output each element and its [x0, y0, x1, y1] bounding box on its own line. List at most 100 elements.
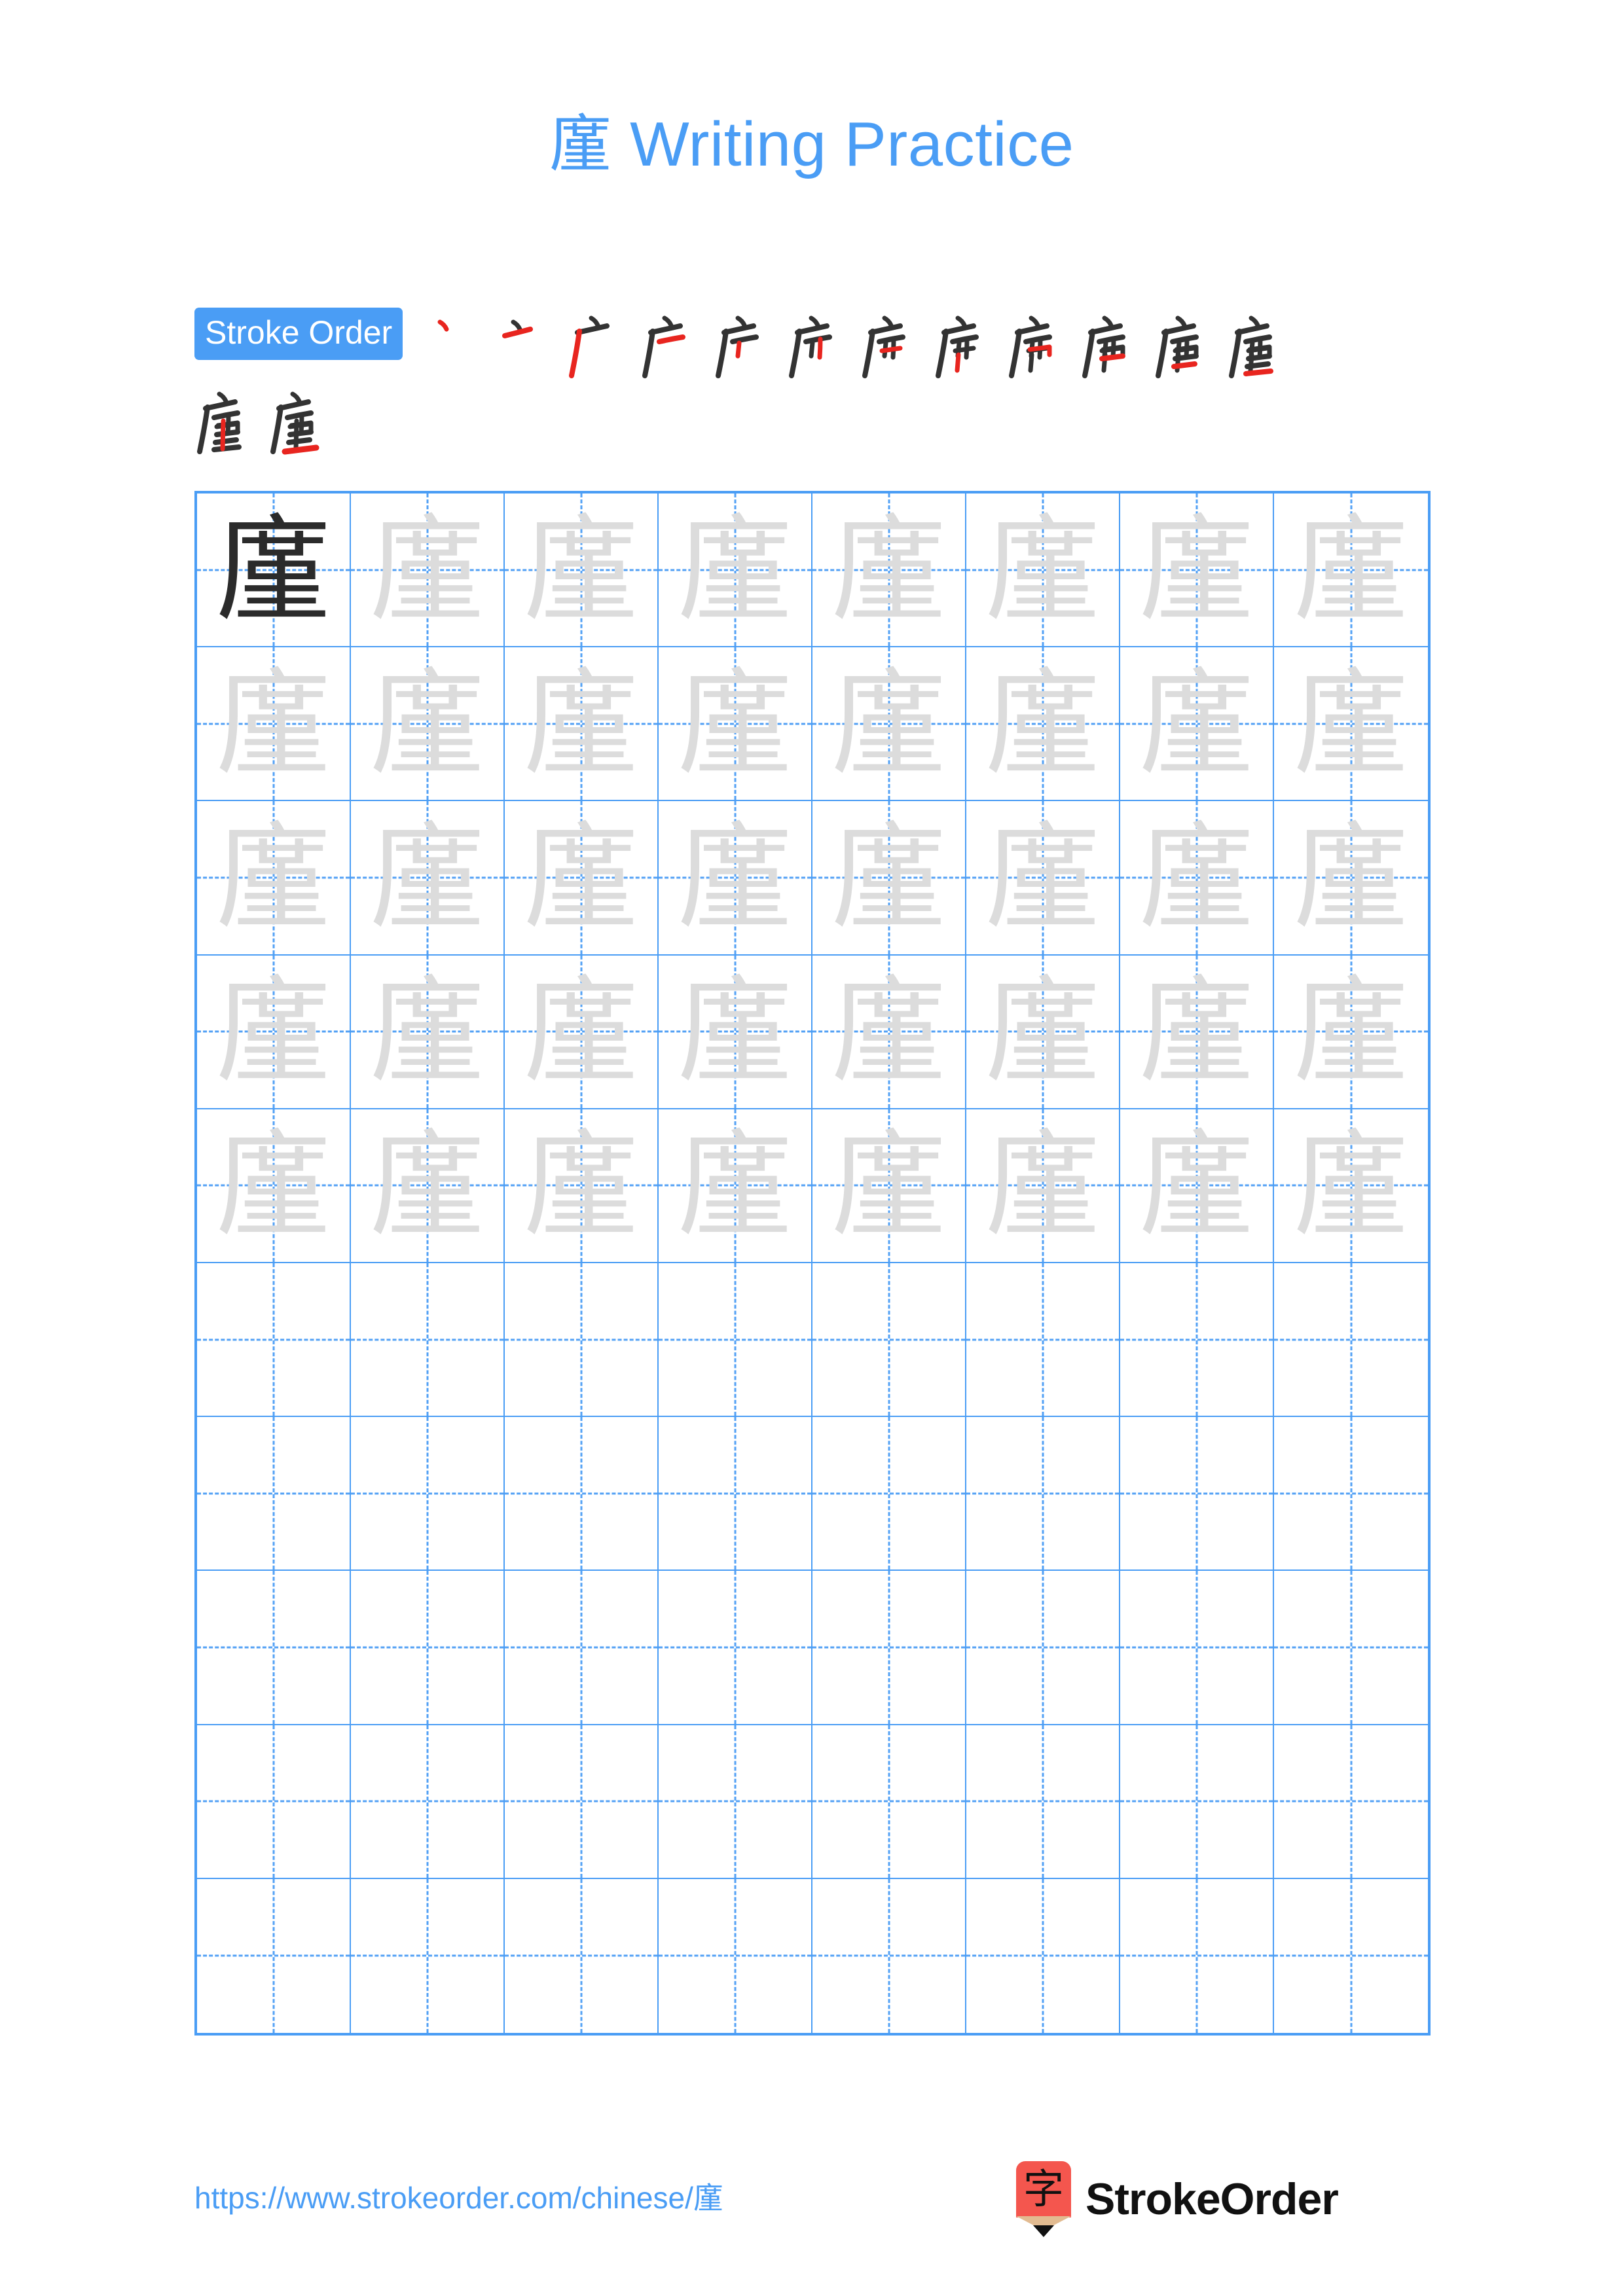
practice-cell[interactable] [812, 1263, 966, 1418]
practice-cell[interactable]: 廑 [812, 1109, 966, 1263]
practice-cell[interactable] [659, 1878, 812, 2033]
practice-cell[interactable]: 廑 [1274, 801, 1428, 956]
source-url-link[interactable]: https://www.strokeorder.com/chinese/廑 [194, 2174, 723, 2217]
practice-cell[interactable] [966, 1725, 1120, 1879]
practice-cell[interactable]: 廑 [1274, 956, 1428, 1109]
trace-character: 廑 [1138, 501, 1255, 637]
stroke-step-11 [1153, 308, 1226, 381]
stroke-step-12 [1226, 308, 1300, 381]
practice-cell[interactable]: 廑 [351, 493, 505, 648]
practice-cell[interactable] [351, 1417, 505, 1571]
practice-cell[interactable]: 廑 [1120, 1109, 1274, 1263]
practice-cell[interactable] [197, 1878, 351, 2033]
brand-logo[interactable]: 字 StrokeOrder [1016, 2160, 1339, 2238]
practice-cell[interactable]: 廑 [197, 1109, 351, 1263]
practice-cell[interactable]: 廑 [505, 955, 659, 1109]
trace-character: 廑 [1292, 963, 1410, 1100]
practice-cell[interactable] [659, 1571, 812, 1725]
practice-cell[interactable] [1274, 1879, 1428, 2033]
trace-character: 廑 [215, 809, 332, 945]
practice-cell[interactable] [966, 1417, 1120, 1571]
practice-cell[interactable]: 廑 [1120, 801, 1274, 956]
practice-cell[interactable]: 廑 [966, 647, 1120, 802]
trace-character: 廑 [369, 501, 486, 637]
practice-cell[interactable]: 廑 [505, 801, 659, 956]
trace-character: 廑 [1138, 809, 1255, 945]
practice-cell[interactable]: 廑 [505, 647, 659, 802]
practice-cell[interactable] [505, 1878, 659, 2033]
practice-cell[interactable]: 廑 [197, 955, 351, 1109]
practice-cell[interactable] [197, 1263, 351, 1418]
practice-cell[interactable]: 廑 [812, 801, 966, 956]
practice-cell[interactable]: 廑 [659, 493, 812, 648]
practice-cell[interactable]: 廑 [659, 647, 812, 802]
practice-cell[interactable]: 廑 [197, 493, 351, 648]
practice-cell[interactable]: 廑 [659, 801, 812, 956]
practice-cell[interactable]: 廑 [812, 955, 966, 1109]
practice-cell[interactable] [659, 1725, 812, 1879]
practice-cell[interactable] [351, 1725, 505, 1879]
practice-cell[interactable]: 廑 [197, 801, 351, 956]
practice-cell[interactable]: 廑 [1120, 955, 1274, 1109]
practice-cell[interactable]: 廑 [351, 955, 505, 1109]
practice-cell[interactable] [966, 1571, 1120, 1725]
trace-character: 廑 [830, 809, 947, 945]
practice-cell[interactable] [659, 1417, 812, 1571]
practice-cell[interactable]: 廑 [659, 1109, 812, 1263]
practice-cell[interactable]: 廑 [812, 647, 966, 802]
practice-cell[interactable] [505, 1725, 659, 1879]
practice-cell[interactable] [505, 1571, 659, 1725]
trace-character: 廑 [984, 501, 1101, 637]
practice-cell[interactable]: 廑 [1274, 1109, 1428, 1263]
stroke-step-8 [933, 308, 1006, 381]
practice-cell[interactable] [1274, 1263, 1428, 1418]
practice-cell[interactable] [812, 1878, 966, 2033]
practice-cell[interactable] [351, 1878, 505, 2033]
practice-cell[interactable] [351, 1263, 505, 1418]
practice-cell[interactable]: 廑 [1120, 647, 1274, 802]
practice-cell[interactable] [966, 1263, 1120, 1418]
practice-cell[interactable]: 廑 [812, 493, 966, 648]
practice-cell[interactable]: 廑 [966, 955, 1120, 1109]
practice-cell[interactable] [1120, 1725, 1274, 1879]
practice-cell[interactable]: 廑 [505, 1109, 659, 1263]
practice-cell[interactable]: 廑 [966, 1109, 1120, 1263]
brand-name: StrokeOrder [1085, 2174, 1339, 2224]
trace-character: 廑 [522, 1117, 640, 1253]
practice-cell[interactable] [812, 1417, 966, 1571]
trace-character: 廑 [522, 809, 640, 945]
trace-character: 廑 [676, 655, 793, 791]
practice-cell[interactable]: 廑 [966, 801, 1120, 956]
practice-cell[interactable]: 廑 [966, 493, 1120, 648]
practice-cell[interactable] [1120, 1878, 1274, 2033]
practice-cell[interactable] [351, 1571, 505, 1725]
practice-cell[interactable] [197, 1725, 351, 1879]
practice-cell[interactable] [505, 1417, 659, 1571]
practice-cell[interactable] [505, 1263, 659, 1418]
practice-cell[interactable]: 廑 [351, 1109, 505, 1263]
practice-cell[interactable] [1274, 1417, 1428, 1571]
practice-cell[interactable] [812, 1725, 966, 1879]
practice-cell[interactable]: 廑 [1274, 647, 1428, 802]
practice-cell[interactable] [1120, 1263, 1274, 1418]
practice-cell[interactable]: 廑 [1274, 493, 1428, 648]
practice-cell[interactable] [1120, 1571, 1274, 1725]
practice-cell[interactable] [1274, 1571, 1428, 1725]
practice-cell[interactable] [659, 1263, 812, 1418]
trace-character: 廑 [1292, 809, 1410, 945]
practice-cell[interactable]: 廑 [197, 647, 351, 802]
practice-cell[interactable] [966, 1878, 1120, 2033]
practice-cell[interactable] [1120, 1417, 1274, 1571]
practice-cell[interactable]: 廑 [1120, 493, 1274, 648]
practice-cell[interactable] [812, 1571, 966, 1725]
practice-cell[interactable] [197, 1571, 351, 1725]
practice-grid[interactable]: 廑廑廑廑廑廑廑廑廑廑廑廑廑廑廑廑廑廑廑廑廑廑廑廑廑廑廑廑廑廑廑廑廑廑廑廑廑廑廑廑 [194, 491, 1431, 2036]
practice-cell[interactable]: 廑 [351, 647, 505, 802]
practice-cell[interactable]: 廑 [659, 955, 812, 1109]
trace-character: 廑 [984, 963, 1101, 1100]
practice-cell[interactable] [197, 1417, 351, 1571]
practice-cell[interactable] [1274, 1725, 1428, 1879]
practice-cell[interactable]: 廑 [505, 493, 659, 648]
practice-cell[interactable]: 廑 [351, 801, 505, 956]
pencil-icon: 字 [1016, 2161, 1071, 2237]
